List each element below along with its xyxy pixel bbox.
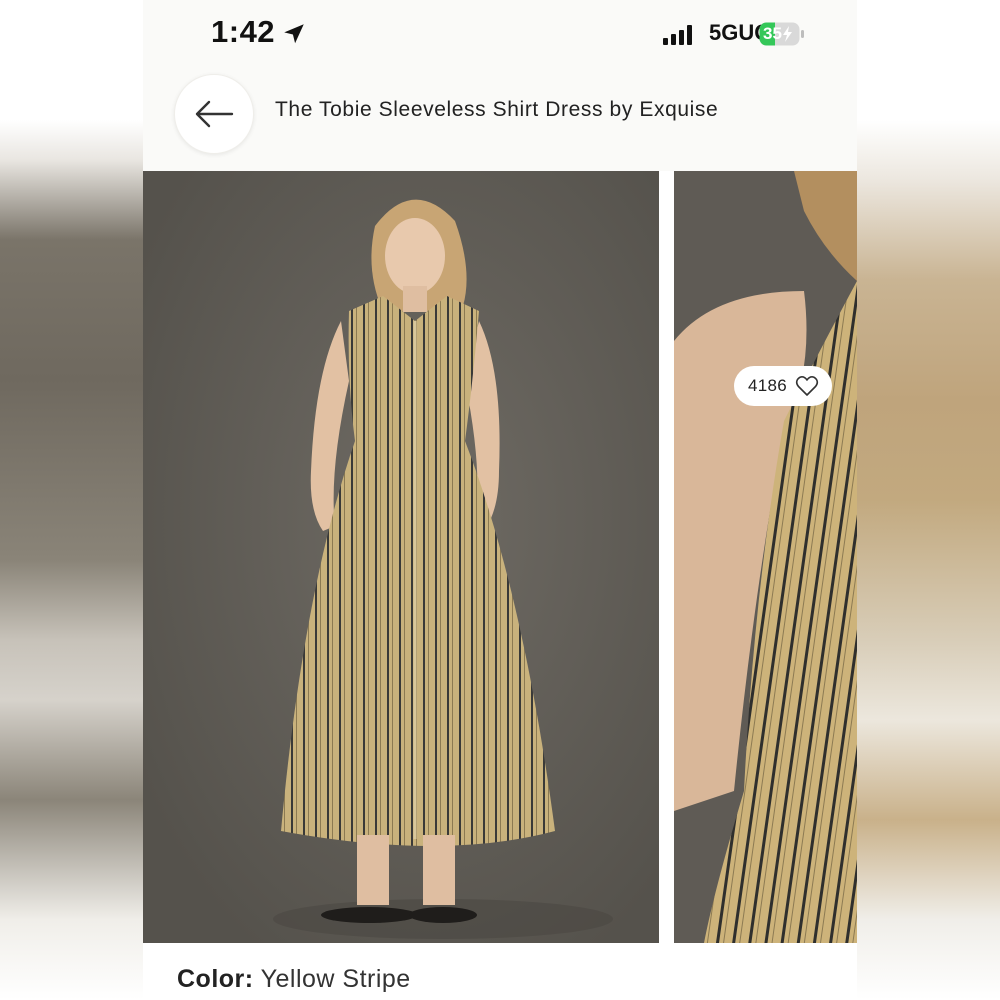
location-arrow-icon [284, 24, 304, 44]
product-photo-main[interactable] [143, 171, 659, 943]
cellular-signal-icon [663, 25, 692, 45]
arrow-left-icon [195, 100, 234, 128]
color-selector: Color: Yellow Stripe [143, 943, 857, 1000]
model-illustration [143, 171, 659, 943]
status-bar: 1:42 5GUC 35 [143, 0, 857, 68]
color-label: Color: Yellow Stripe [177, 965, 411, 994]
favorite-button[interactable]: 4186 [734, 366, 832, 406]
detail-illustration [674, 171, 857, 943]
back-button[interactable] [174, 74, 254, 154]
background-blur-right [857, 0, 1000, 1000]
product-image-gallery[interactable]: 4186 [143, 171, 857, 943]
color-value: Yellow Stripe [260, 965, 411, 993]
page-title: The Tobie Sleeveless Shirt Dress by Exqu… [275, 98, 719, 121]
background-blur-left [0, 0, 143, 1000]
product-photo-detail[interactable] [674, 171, 857, 943]
heart-icon [795, 375, 819, 396]
phone-screen: 1:42 5GUC 35 The Tobie Sleeveless Shirt … [143, 0, 857, 1000]
battery-level: 35 [763, 24, 782, 43]
product-header: The Tobie Sleeveless Shirt Dress by Exqu… [143, 68, 857, 171]
favorite-count: 4186 [748, 376, 788, 395]
color-key: Color: [177, 965, 254, 993]
status-time: 1:42 [211, 14, 276, 49]
